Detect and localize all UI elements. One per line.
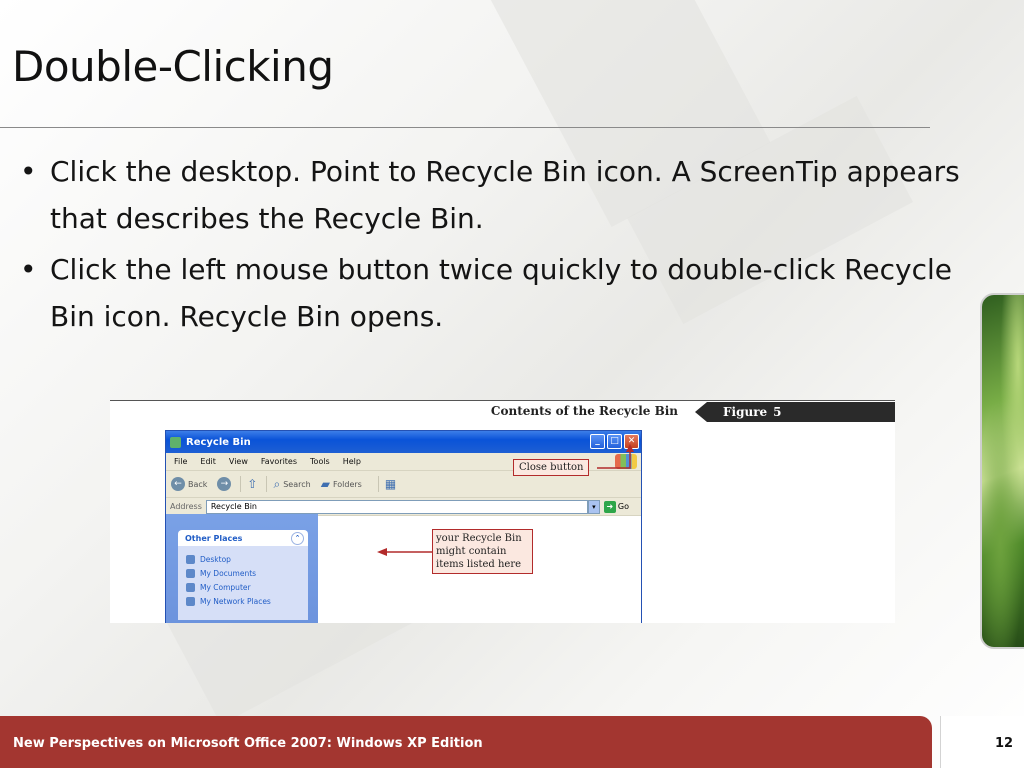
place-label: My Computer [200, 582, 251, 592]
search-button-label[interactable]: Search [283, 480, 310, 489]
folders-icon[interactable]: ▰ [321, 477, 330, 491]
forward-arrow-icon[interactable]: → [217, 477, 232, 491]
slide-title: Double-Clicking [12, 42, 334, 91]
bullet-list: • Click the desktop. Point to Recycle Bi… [18, 148, 968, 344]
figure-caption: Contents of the Recycle Bin [490, 404, 678, 418]
computer-icon [186, 582, 195, 592]
recycle-bin-contents-callout: your Recycle Bin might contain items lis… [432, 529, 533, 574]
figure-tag-number: 5 [773, 405, 782, 419]
desktop-icon [186, 554, 195, 564]
address-input[interactable]: Recycle Bin [205, 499, 588, 514]
up-folder-icon[interactable]: ⇧ [247, 477, 257, 491]
place-my-network-places[interactable]: My Network Places [186, 594, 308, 608]
folders-button-label[interactable]: Folders [333, 480, 362, 489]
go-arrow-icon[interactable]: ➜ [603, 500, 616, 513]
search-icon[interactable]: ⌕ [273, 477, 280, 492]
views-icon[interactable]: ▦ [385, 477, 396, 491]
window-controls: _ □ ✕ [590, 434, 639, 449]
figure-screenshot: Contents of the Recycle Bin Figure 5 Rec… [110, 400, 895, 623]
callout-line: might contain [436, 546, 507, 557]
bullet-text: Click the desktop. Point to Recycle Bin … [50, 155, 960, 235]
footer-bar: New Perspectives on Microsoft Office 200… [0, 716, 932, 768]
toolbar-separator [377, 476, 379, 492]
menu-view[interactable]: View [229, 457, 248, 466]
place-desktop[interactable]: Desktop [186, 552, 308, 566]
menu-favorites[interactable]: Favorites [261, 457, 297, 466]
back-button-label[interactable]: Back [188, 480, 207, 489]
window-title: Recycle Bin [186, 436, 251, 448]
toolbar-separator [266, 476, 268, 492]
address-label: Address [170, 502, 202, 511]
window-titlebar[interactable]: Recycle Bin _ □ ✕ [166, 431, 641, 453]
recycle-bin-icon [170, 436, 181, 448]
go-button-label[interactable]: Go [618, 502, 629, 511]
close-icon[interactable]: ✕ [624, 434, 639, 449]
menu-tools[interactable]: Tools [310, 457, 330, 466]
place-my-documents[interactable]: My Documents [186, 566, 308, 580]
toolbar-separator [240, 476, 242, 492]
place-label: Desktop [200, 554, 231, 564]
network-icon [186, 596, 195, 606]
address-value: Recycle Bin [210, 502, 257, 511]
other-places-list: Desktop My Documents My Computer My Netw… [178, 546, 308, 620]
windows-logo-icon [615, 454, 637, 469]
figure-header: Contents of the Recycle Bin Figure 5 [110, 400, 895, 423]
minimize-icon[interactable]: _ [590, 434, 605, 449]
title-divider [0, 127, 930, 128]
bullet-glyph: • [20, 253, 37, 286]
collapse-icon[interactable]: ⌃ [291, 532, 304, 545]
page-number: 12 [995, 736, 1014, 751]
other-places-title: Other Places [185, 533, 243, 543]
menu-edit[interactable]: Edit [200, 457, 216, 466]
figure-tag: Figure 5 [695, 402, 895, 422]
callout-line: your Recycle Bin [436, 533, 522, 544]
bullet-text: Click the left mouse button twice quickl… [50, 253, 952, 333]
menu-help[interactable]: Help [343, 457, 361, 466]
menu-file[interactable]: File [174, 457, 187, 466]
figure-tag-word: Figure [723, 405, 768, 419]
bullet-item: • Click the left mouse button twice quic… [18, 246, 968, 340]
place-label: My Documents [200, 568, 257, 578]
footer-text: New Perspectives on Microsoft Office 200… [13, 736, 483, 751]
task-pane: Other Places ⌃ Desktop My Documents My C… [166, 514, 318, 623]
chevron-down-icon[interactable]: ▾ [587, 499, 600, 514]
back-arrow-icon[interactable]: ← [171, 477, 185, 491]
bullet-glyph: • [20, 155, 37, 188]
place-label: My Network Places [200, 596, 271, 606]
window-content: Other Places ⌃ Desktop My Documents My C… [166, 514, 641, 623]
callout-line: items listed here [436, 559, 522, 570]
bullet-item: • Click the desktop. Point to Recycle Bi… [18, 148, 968, 242]
maximize-icon[interactable]: □ [607, 434, 622, 449]
other-places-header[interactable]: Other Places ⌃ [178, 530, 308, 546]
leaf-decoration-image [980, 293, 1024, 649]
place-my-computer[interactable]: My Computer [186, 580, 308, 594]
close-button-callout: Close button [513, 459, 590, 476]
folder-icon [186, 568, 195, 578]
